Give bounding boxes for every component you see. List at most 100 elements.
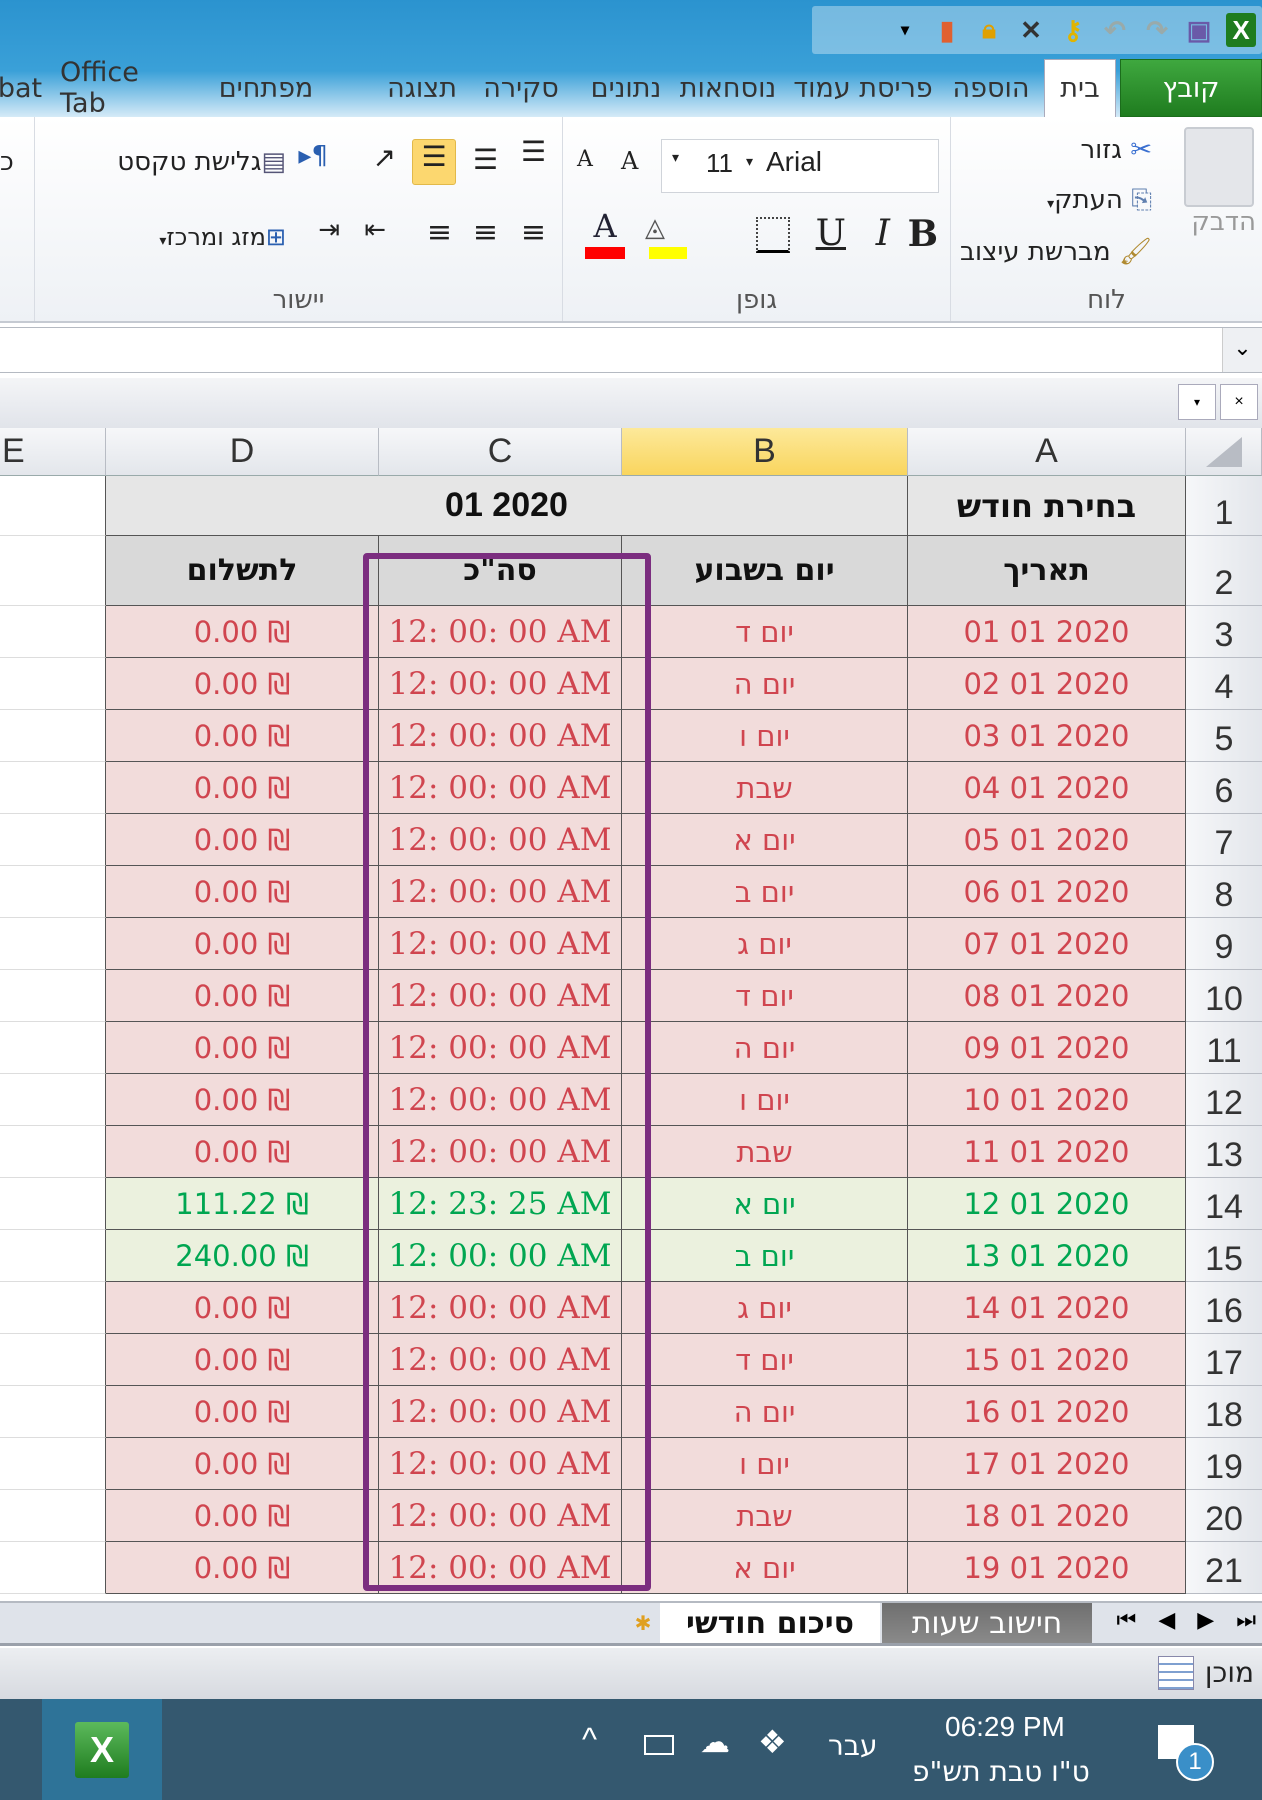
tab-insert[interactable]: הוספה (948, 59, 1034, 117)
cell-day[interactable]: יום ב (622, 866, 908, 918)
increase-indent-icon[interactable]: ⇤ (364, 215, 386, 245)
wrap-text-button[interactable]: גלישת טקסט▤ (117, 147, 286, 177)
tab-home[interactable]: בית (1044, 59, 1116, 117)
borders-icon[interactable] (756, 217, 790, 253)
cell-date[interactable]: 03 01 2020 (908, 710, 1186, 762)
cell-day[interactable]: שבת (622, 1126, 908, 1178)
cell-day[interactable]: יום א (622, 1542, 908, 1594)
battery-icon[interactable] (644, 1735, 674, 1755)
spreadsheet-grid[interactable]: E D C B A 1 בחירת חודש 01 2020 2 תאריך י… (0, 428, 1262, 1600)
clock-time[interactable]: 06:29 PM (945, 1711, 1065, 1743)
paste-button[interactable]: הדבק (1191, 207, 1256, 237)
month-label-cell[interactable]: בחירת חודש (908, 476, 1186, 536)
row-header-6[interactable]: 6 (1186, 762, 1262, 814)
cell-date[interactable]: 19 01 2020 (908, 1542, 1186, 1594)
tab-view[interactable]: תצוגה (382, 59, 462, 117)
tab-page-layout[interactable]: פריסת עמוד (788, 59, 938, 117)
row-header-14[interactable]: 14 (1186, 1178, 1262, 1230)
align-right-icon[interactable]: ≡ (521, 215, 546, 250)
cell-pay[interactable]: ₪ 0.00 (106, 1490, 379, 1542)
cell-date[interactable]: 11 01 2020 (908, 1126, 1186, 1178)
font-name-input[interactable]: Arial (766, 146, 822, 178)
tab-office-tab[interactable]: Office Tab (60, 57, 190, 119)
cell-pay[interactable]: ₪ 0.00 (106, 970, 379, 1022)
cell-e[interactable] (0, 658, 106, 710)
cell-date[interactable]: 10 01 2020 (908, 1074, 1186, 1126)
cell-date[interactable]: 12 01 2020 (908, 1178, 1186, 1230)
row-header-19[interactable]: 19 (1186, 1438, 1262, 1490)
cell-day[interactable]: יום א (622, 1178, 908, 1230)
excel-taskbar-button[interactable]: X (42, 1699, 162, 1800)
customize-toolbar-icon[interactable]: ▾ (890, 13, 920, 47)
expand-formula-bar-icon[interactable]: ⌄ (1222, 328, 1262, 372)
row-header-4[interactable]: 4 (1186, 658, 1262, 710)
cell-e[interactable] (0, 866, 106, 918)
cell-date[interactable]: 16 01 2020 (908, 1386, 1186, 1438)
cell-e[interactable] (0, 1126, 106, 1178)
cell-e[interactable] (0, 1386, 106, 1438)
cell-day[interactable]: יום א (622, 814, 908, 866)
cell-day[interactable]: יום ג (622, 1282, 908, 1334)
row-header-21[interactable]: 21 (1186, 1542, 1262, 1594)
align-center-icon[interactable]: ≡ (473, 215, 498, 250)
cell-e2[interactable] (0, 536, 106, 606)
header-weekday[interactable]: יום בשבוע (622, 536, 908, 606)
header-date[interactable]: תאריך (908, 536, 1186, 606)
cell-pay[interactable]: ₪ 0.00 (106, 1334, 379, 1386)
cell-date[interactable]: 02 01 2020 (908, 658, 1186, 710)
cell-pay[interactable]: ₪ 0.00 (106, 814, 379, 866)
font-color-button[interactable]: A (583, 207, 627, 259)
column-header-e[interactable]: E (0, 428, 106, 476)
row-header-7[interactable]: 7 (1186, 814, 1262, 866)
sheet-tab-monthly-summary[interactable]: סיכום חודשי (660, 1603, 880, 1643)
cell-e[interactable] (0, 1334, 106, 1386)
column-header-d[interactable]: D (106, 428, 379, 476)
cell-pay[interactable]: ₪ 0.00 (106, 1074, 379, 1126)
cell-pay[interactable]: ₪ 0.00 (106, 762, 379, 814)
sheet-tab-hours[interactable]: חישוב שעות (882, 1603, 1092, 1643)
workbook-menu-button[interactable]: ▾ (1178, 384, 1216, 420)
redo-icon[interactable]: ↷ (1142, 13, 1172, 47)
cell-date[interactable]: 08 01 2020 (908, 970, 1186, 1022)
book-icon[interactable]: ▮ (932, 13, 962, 47)
cell-e[interactable] (0, 1074, 106, 1126)
save-icon[interactable]: ▣ (1184, 13, 1214, 47)
cell-day[interactable]: יום ד (622, 606, 908, 658)
cell-pay[interactable]: ₪ 0.00 (106, 606, 379, 658)
rtl-paragraph-icon[interactable]: ▸¶ (298, 141, 328, 171)
cell-pay[interactable]: ₪ 0.00 (106, 866, 379, 918)
cell-day[interactable]: יום ה (622, 658, 908, 710)
align-bottom-button[interactable]: ☰ (412, 139, 456, 185)
cell-day[interactable]: יום ה (622, 1022, 908, 1074)
column-header-a[interactable]: A (908, 428, 1186, 476)
close-x-icon[interactable]: ✕ (1016, 13, 1046, 47)
cloud-sync-icon[interactable]: ☁ (700, 1725, 730, 1760)
cell-pay[interactable]: ₪ 0.00 (106, 658, 379, 710)
tab-formulas[interactable]: נוסחאות (676, 59, 780, 117)
page-layout-icon[interactable] (1158, 1656, 1194, 1690)
column-header-b[interactable]: B (622, 428, 908, 476)
cell-e[interactable] (0, 1282, 106, 1334)
grow-font-button[interactable]: A (621, 147, 638, 175)
cell-e[interactable] (0, 1542, 106, 1594)
show-hidden-icons[interactable]: ^ (582, 1721, 597, 1758)
tab-data[interactable]: נתונים (586, 59, 666, 117)
formula-bar[interactable]: ⌄ (0, 327, 1262, 373)
month-value-cell[interactable]: 01 2020 (106, 476, 908, 536)
row-header-5[interactable]: 5 (1186, 710, 1262, 762)
align-middle-icon[interactable]: ☰ (473, 143, 498, 176)
row-header-18[interactable]: 18 (1186, 1386, 1262, 1438)
cell-day[interactable]: יום ה (622, 1386, 908, 1438)
cell-pay[interactable]: ₪ 0.00 (106, 1386, 379, 1438)
insert-sheet-icon[interactable]: ✱ (626, 1603, 660, 1643)
cell-date[interactable]: 01 01 2020 (908, 606, 1186, 658)
font-dropdown-icon[interactable]: ▾ (746, 154, 753, 170)
language-indicator[interactable]: עבר (828, 1729, 878, 1762)
cell-date[interactable]: 15 01 2020 (908, 1334, 1186, 1386)
bold-button[interactable]: B (908, 213, 938, 255)
format-painter-button[interactable]: מברשת עיצוב 🖌︎ (960, 237, 1152, 267)
cell-pay[interactable]: ₪ 0.00 (106, 1022, 379, 1074)
cell-pay[interactable]: ₪ 0.00 (106, 1542, 379, 1594)
cell-e[interactable] (0, 918, 106, 970)
align-top-icon[interactable]: ☰ (521, 135, 546, 168)
